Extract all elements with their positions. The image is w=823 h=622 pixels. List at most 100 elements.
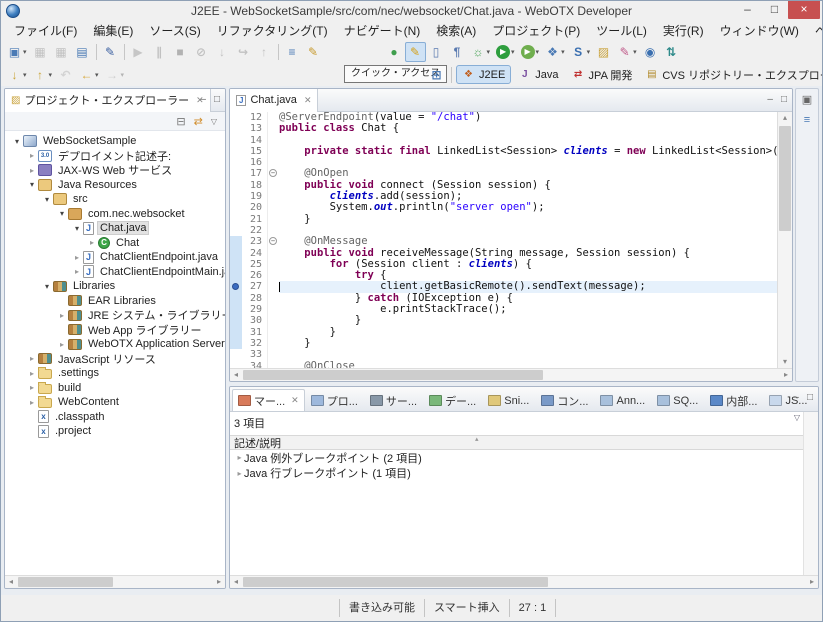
dropdown-arrow-icon[interactable]: ▾ xyxy=(633,48,637,56)
tree-item[interactable]: ▾src xyxy=(5,192,225,207)
collapse-arrow-icon[interactable]: ▾ xyxy=(41,282,53,291)
tree-item[interactable]: EAR Libraries xyxy=(5,294,225,309)
description-column-header[interactable]: 記述/説明 ▴ xyxy=(230,435,803,450)
menu-item-file[interactable]: ファイル(F) xyxy=(6,22,85,39)
tree-item[interactable]: ▸CChat xyxy=(5,236,225,251)
scroll-left-icon[interactable]: ◂ xyxy=(230,576,242,588)
close-tab-icon[interactable]: ✕ xyxy=(291,395,299,406)
web-browser-button[interactable]: ◉ xyxy=(640,42,661,62)
expand-arrow-icon[interactable]: ▸ xyxy=(26,166,38,175)
run-external-button[interactable]: ▶▾ xyxy=(518,42,543,62)
menu-item-search[interactable]: 検索(A) xyxy=(428,22,484,39)
dropdown-arrow-icon[interactable]: ▾ xyxy=(536,48,540,56)
dropdown-arrow-icon[interactable]: ▾ xyxy=(23,48,27,56)
perspective-java[interactable]: JJava xyxy=(512,65,564,84)
menu-item-window[interactable]: ウィンドウ(W) xyxy=(712,22,807,39)
view-menu-icon[interactable]: ▽ xyxy=(794,413,800,422)
code-line[interactable]: 21 } xyxy=(230,214,777,225)
expand-arrow-icon[interactable]: ▸ xyxy=(230,453,244,462)
minimize-view-icon[interactable]: – xyxy=(767,94,773,106)
show-whitespace-button[interactable]: ¶ xyxy=(447,42,468,62)
open-resource-button[interactable]: ▨ xyxy=(593,42,614,62)
tree-item[interactable]: ▾JChat.java xyxy=(5,221,225,236)
dropdown-arrow-icon[interactable]: ▾ xyxy=(487,48,491,56)
expand-arrow-icon[interactable]: ▸ xyxy=(26,398,38,407)
tab-markers[interactable]: マー...✕ xyxy=(232,389,305,411)
fold-collapse-icon[interactable]: − xyxy=(269,237,277,245)
web-service-button[interactable]: S▾ xyxy=(568,42,594,62)
tree-item[interactable]: ▸build xyxy=(5,381,225,396)
collapse-arrow-icon[interactable]: ▾ xyxy=(11,137,23,146)
maximize-view-icon[interactable]: □ xyxy=(807,392,813,404)
highlight-button[interactable]: ✎ xyxy=(405,42,426,62)
close-tab-icon[interactable]: ✕ xyxy=(304,95,312,106)
tab-annotations[interactable]: Ann... xyxy=(594,389,651,411)
code-line[interactable]: 13public class Chat { xyxy=(230,123,777,134)
scroll-down-icon[interactable]: ▾ xyxy=(778,356,792,368)
tab-project-explorer[interactable]: ▨ プロジェクト・エクスプローラー ✕ xyxy=(5,89,211,112)
expand-arrow-icon[interactable]: ▸ xyxy=(56,311,68,320)
tab-internal-web-browser[interactable]: 内部... xyxy=(704,389,763,411)
maximize-view-icon[interactable]: □ xyxy=(214,94,220,106)
team-sync-button[interactable]: ⇅ xyxy=(661,42,682,62)
scroll-left-icon[interactable]: ◂ xyxy=(230,369,242,381)
collapse-arrow-icon[interactable]: ▾ xyxy=(41,195,53,204)
menu-item-run[interactable]: 実行(R) xyxy=(655,22,712,39)
minimize-view-icon[interactable]: – xyxy=(793,392,799,404)
tree-item[interactable]: ▸JChatClientEndpointMain.java xyxy=(5,265,225,280)
tree-item[interactable]: ▸JavaScript リソース xyxy=(5,352,225,367)
tree-item[interactable]: x.project xyxy=(5,424,225,439)
back-button[interactable]: ←▾ xyxy=(76,65,102,85)
dropdown-arrow-icon[interactable]: ▾ xyxy=(95,71,99,79)
link-with-editor-icon[interactable]: ⇄ xyxy=(194,115,203,128)
breakpoints-view-button[interactable]: ≡ xyxy=(282,42,303,62)
outline-view-icon[interactable]: ≡ xyxy=(804,114,810,126)
tab-chat-java[interactable]: J Chat.java ✕ xyxy=(230,89,318,112)
block-selection-button[interactable]: ▯ xyxy=(426,42,447,62)
code-editor[interactable]: 12@ServerEndpoint(value = "/chat")13publ… xyxy=(230,112,777,368)
print-button[interactable]: ▤ xyxy=(72,42,93,62)
dropdown-arrow-icon[interactable]: ▾ xyxy=(23,71,27,79)
tree-item[interactable]: ▸JRE システム・ライブラリー [jre8] xyxy=(5,308,225,323)
tab-sql-results[interactable]: SQ... xyxy=(651,389,704,411)
minimize-button[interactable]: – xyxy=(734,1,761,19)
tree-item[interactable]: ▸WebOTX Application Server( xyxy=(5,337,225,352)
code-line[interactable]: 15 private static final LinkedList<Sessi… xyxy=(230,146,777,157)
menu-item-refactor[interactable]: リファクタリング(T) xyxy=(209,22,336,39)
tree-item[interactable]: ▾WebSocketSample xyxy=(5,134,225,149)
scroll-right-icon[interactable]: ▸ xyxy=(213,576,225,588)
expand-arrow-icon[interactable]: ▸ xyxy=(26,369,38,378)
markers-vertical-scrollbar[interactable] xyxy=(803,412,818,575)
view-menu-icon[interactable]: ▽ xyxy=(211,117,217,126)
tree-item[interactable]: ▾Libraries xyxy=(5,279,225,294)
menu-item-help[interactable]: ヘルプ(H) xyxy=(807,22,823,39)
open-perspective-button[interactable]: ⊞ xyxy=(426,65,447,85)
scroll-right-icon[interactable]: ▸ xyxy=(780,369,792,381)
new-connection-button[interactable]: ● xyxy=(384,42,405,62)
tree-item[interactable]: ▸JChatClientEndpoint.java xyxy=(5,250,225,265)
scroll-left-icon[interactable]: ◂ xyxy=(5,576,17,588)
external-tools-button[interactable]: ✎ xyxy=(303,42,324,62)
expand-arrow-icon[interactable]: ▸ xyxy=(86,238,98,247)
editor-horizontal-scrollbar[interactable]: ◂ ▸ xyxy=(230,368,792,381)
markers-horizontal-scrollbar[interactable]: ◂ ▸ xyxy=(230,575,818,588)
tree-item[interactable]: ▸WebContent xyxy=(5,395,225,410)
code-line[interactable]: 34 @OnClose xyxy=(230,361,777,368)
expand-arrow-icon[interactable]: ▸ xyxy=(230,469,244,478)
expand-arrow-icon[interactable]: ▸ xyxy=(26,383,38,392)
scrollbar-thumb[interactable] xyxy=(243,577,548,587)
scroll-up-icon[interactable]: ▴ xyxy=(778,112,792,124)
expand-arrow-icon[interactable]: ▸ xyxy=(56,340,68,349)
tab-console[interactable]: コン... xyxy=(535,389,594,411)
tree-item[interactable]: x.classpath xyxy=(5,410,225,425)
maximize-view-icon[interactable]: □ xyxy=(781,94,787,106)
dropdown-arrow-icon[interactable]: ▾ xyxy=(49,71,53,79)
tab-data-source-explorer[interactable]: デー... xyxy=(423,389,482,411)
dropdown-arrow-icon[interactable]: ▾ xyxy=(511,48,515,56)
scroll-right-icon[interactable]: ▸ xyxy=(806,576,818,588)
collapse-arrow-icon[interactable]: ▾ xyxy=(56,209,68,218)
expand-arrow-icon[interactable]: ▸ xyxy=(71,267,83,276)
scrollbar-thumb[interactable] xyxy=(779,126,791,231)
perspective-jpa[interactable]: ⇄JPA 開発 xyxy=(566,65,639,84)
minimize-view-icon[interactable]: – xyxy=(200,94,206,106)
